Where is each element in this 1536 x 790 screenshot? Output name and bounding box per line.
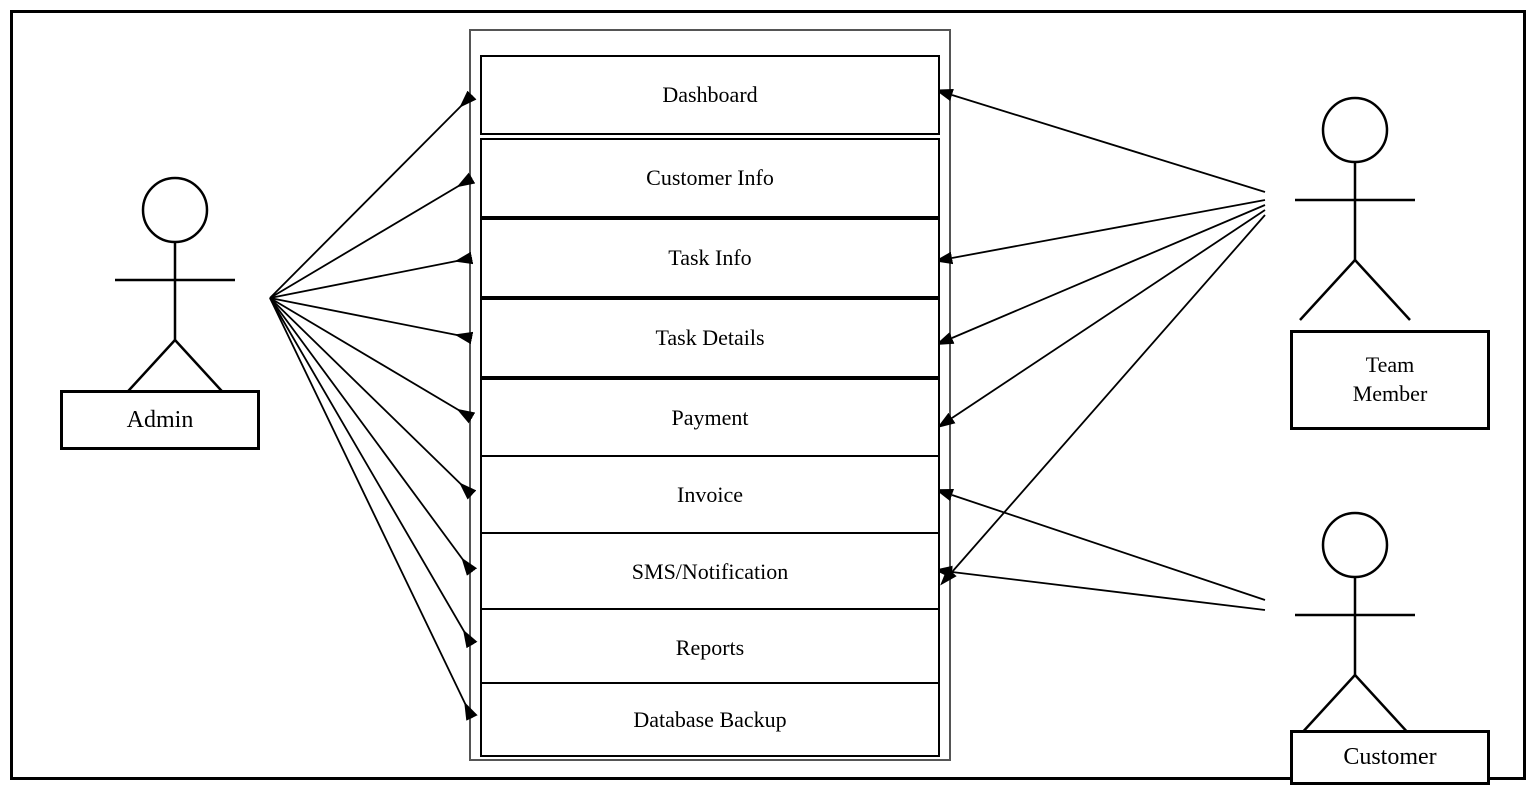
payment-box: Payment — [480, 378, 940, 458]
customer-label: Customer — [1290, 730, 1490, 785]
invoice-box: Invoice — [480, 455, 940, 535]
task-details-box: Task Details — [480, 298, 940, 378]
sms-notification-box: SMS/Notification — [480, 532, 940, 612]
task-info-box: Task Info — [480, 218, 940, 298]
dashboard-box: Dashboard — [480, 55, 940, 135]
team-member-label: TeamMember — [1290, 330, 1490, 430]
database-backup-box: Database Backup — [480, 682, 940, 757]
admin-label: Admin — [60, 390, 260, 450]
customer-info-box: Customer Info — [480, 138, 940, 218]
reports-box: Reports — [480, 608, 940, 688]
